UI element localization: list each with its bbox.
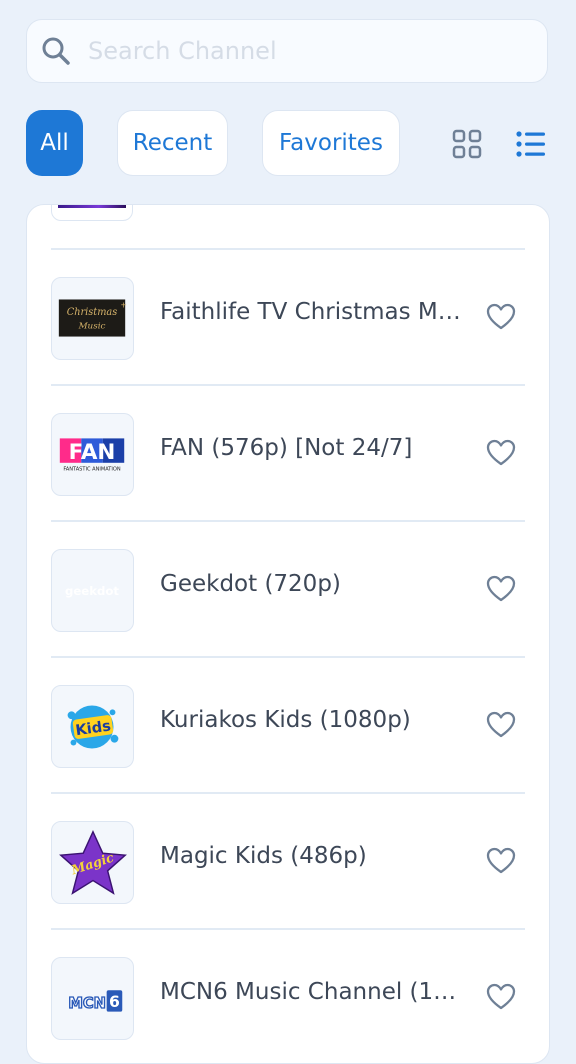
mcn6-logo: MCN 6	[51, 957, 134, 1040]
divider	[51, 520, 525, 522]
christmas-music-logo: Christmas Music +	[51, 277, 134, 360]
channel-row[interactable]: Christmas Music + Faithlife TV Christmas…	[27, 275, 549, 361]
tab-favorites[interactable]: Favorites	[262, 110, 400, 176]
channel-row[interactable]: Kids Kuriakos Kids (1080p)	[27, 683, 549, 769]
heart-icon[interactable]	[485, 981, 517, 1013]
fan-logo: FAN FANTASTIC ANIMATION	[51, 413, 134, 496]
channel-row[interactable]: FAN FANTASTIC ANIMATION FAN (576p) [Not …	[27, 411, 549, 497]
heart-icon[interactable]	[485, 301, 517, 333]
list-view-icon[interactable]	[515, 128, 547, 160]
svg-text:+: +	[120, 300, 127, 309]
channel-title: Faithlife TV Christmas Music	[160, 299, 470, 325]
channel-row[interactable]: MCN 6 MCN6 Music Channel (1080p)	[27, 955, 549, 1041]
divider	[51, 656, 525, 658]
svg-text:MCN: MCN	[68, 995, 106, 1012]
search-icon	[42, 37, 70, 65]
geekdot-logo: geekdot	[51, 549, 134, 632]
channel-title: MCN6 Music Channel (1080p)	[160, 979, 470, 1005]
kuriakos-kids-logo: Kids	[51, 685, 134, 768]
svg-text:Christmas: Christmas	[67, 307, 118, 318]
heart-icon[interactable]	[485, 709, 517, 741]
search-bar[interactable]	[26, 19, 548, 83]
svg-text:FAN: FAN	[69, 440, 116, 465]
grid-view-icon[interactable]	[451, 128, 483, 160]
channel-list[interactable]: Christmas Music + Faithlife TV Christmas…	[26, 204, 550, 1064]
channel-title: Geekdot (720p)	[160, 571, 341, 597]
channel-title: Magic Kids (486p)	[160, 843, 367, 869]
heart-icon[interactable]	[485, 437, 517, 469]
channel-title: FAN (576p) [Not 24/7]	[160, 435, 413, 461]
channel-row[interactable]: Magic Magic Kids (486p)	[27, 819, 549, 905]
heart-icon[interactable]	[485, 845, 517, 877]
svg-text:geekdot: geekdot	[65, 584, 119, 598]
divider	[51, 384, 525, 386]
svg-text:FANTASTIC ANIMATION: FANTASTIC ANIMATION	[63, 467, 121, 473]
svg-text:Music: Music	[78, 322, 106, 332]
divider	[51, 248, 525, 250]
channel-title: Kuriakos Kids (1080p)	[160, 707, 411, 733]
channel-logo-partial[interactable]	[51, 205, 133, 221]
search-input[interactable]	[86, 36, 510, 66]
divider	[51, 928, 525, 930]
magic-kids-logo: Magic	[51, 821, 134, 904]
tab-all[interactable]: All	[26, 110, 83, 176]
channel-row[interactable]: geekdot Geekdot (720p)	[27, 547, 549, 633]
tab-recent[interactable]: Recent	[117, 110, 228, 176]
divider	[51, 792, 525, 794]
heart-icon[interactable]	[485, 573, 517, 605]
svg-text:6: 6	[109, 993, 120, 1011]
